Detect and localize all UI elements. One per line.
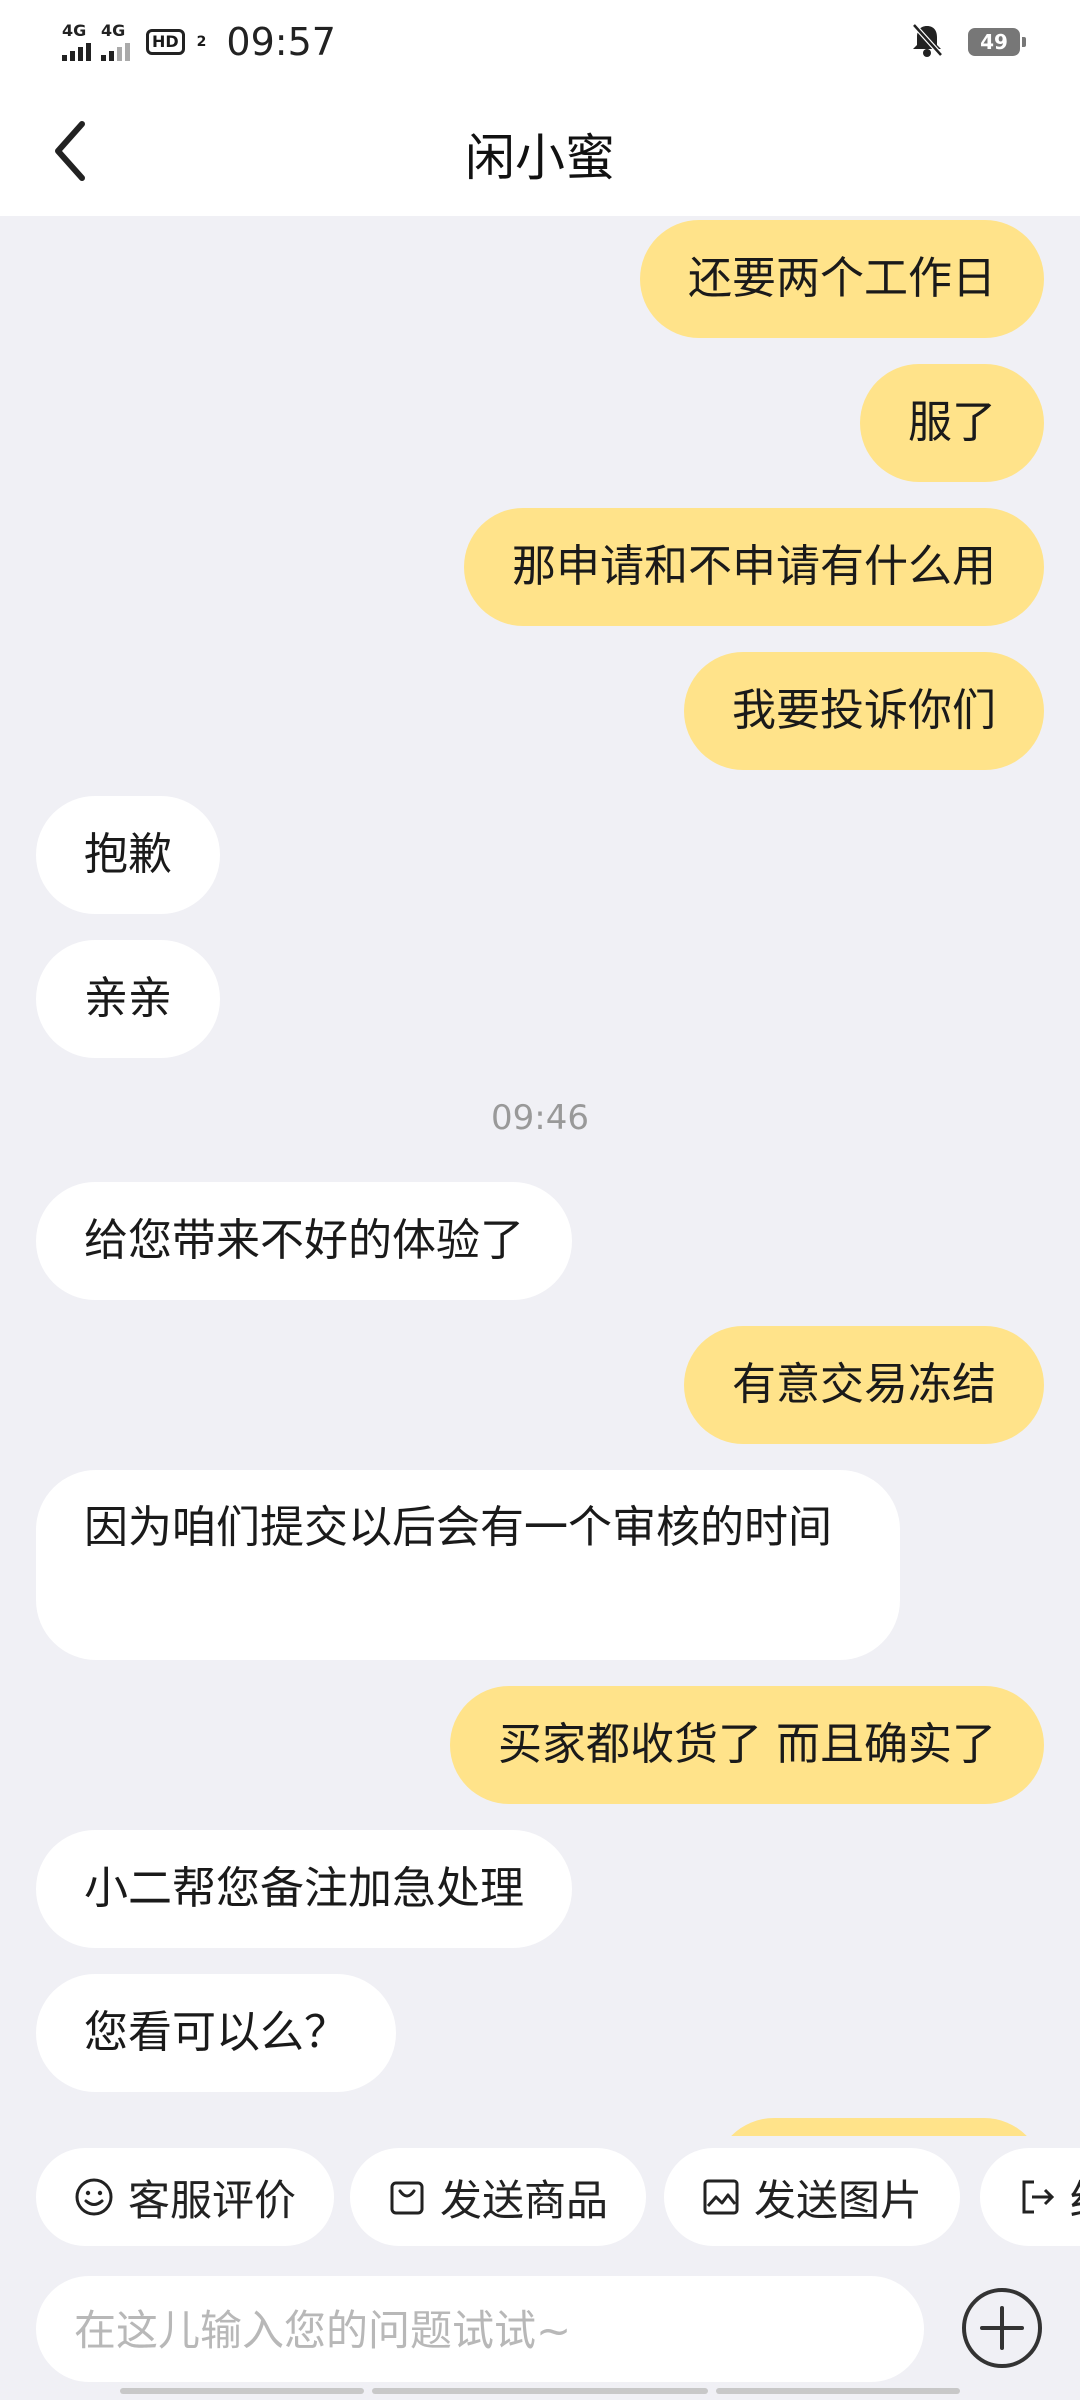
hd-call-icon: HD	[146, 29, 185, 55]
message-input[interactable]	[72, 2296, 876, 2364]
send-image-label: 发送图片	[754, 2175, 923, 2225]
incoming-message[interactable]: 抱歉	[36, 796, 220, 914]
more-button[interactable]	[960, 2286, 1044, 2370]
shopping-bag-icon	[390, 2181, 424, 2215]
incoming-message[interactable]: 亲亲	[36, 940, 220, 1058]
incoming-message[interactable]: 因为咱们提交以后会有一个审核的时间	[36, 1470, 900, 1660]
plus-circle-icon	[962, 2288, 1042, 2368]
mute-bell-icon	[910, 22, 944, 62]
send-image-button[interactable]: 发送图片	[664, 2148, 961, 2246]
outgoing-message[interactable]: 服了	[860, 364, 1044, 482]
hd-sim-index: 2	[196, 34, 207, 50]
rate-service-label: 客服评价	[128, 2175, 297, 2225]
send-product-button[interactable]: 发送商品	[350, 2148, 647, 2246]
send-product-label: 发送商品	[440, 2175, 609, 2225]
status-right: 49	[910, 22, 1026, 62]
image-icon	[703, 2179, 739, 2215]
chat-header: 闲小蜜	[0, 84, 1080, 216]
network-type-label: 4G	[101, 21, 126, 40]
chat-message-list[interactable]: 还要两个工作日 服了 那申请和不申请有什么用 我要投诉你们 抱歉 亲亲 09:4…	[0, 216, 1080, 2136]
status-left: 4G 4G HD 2 09:57	[62, 18, 336, 66]
time-separator: 09:46	[491, 1098, 589, 1138]
outgoing-message[interactable]: 那申请和不申请有什么用	[464, 508, 1044, 626]
network-type-label: 4G	[62, 21, 87, 40]
message-input-container[interactable]	[36, 2276, 924, 2382]
outgoing-message[interactable]: 有意交易冻结	[684, 1326, 1044, 1444]
outgoing-message-partial	[714, 2118, 1044, 2136]
incoming-message[interactable]: 小二帮您备注加急处理	[36, 1830, 572, 1948]
nav-indicator	[120, 2388, 364, 2394]
nav-indicator	[372, 2388, 708, 2394]
outgoing-message[interactable]: 买家都收货了 而且确实了	[450, 1686, 1044, 1804]
smiley-icon	[75, 2178, 113, 2216]
end-session-label: 结	[1070, 2167, 1080, 2228]
exit-icon	[1022, 2180, 1055, 2214]
page-title: 闲小蜜	[465, 129, 615, 187]
quick-actions-bar[interactable]: 客服评价 发送商品 发送图片 结	[0, 2148, 1080, 2248]
nav-indicator	[716, 2388, 960, 2394]
rate-service-button[interactable]: 客服评价	[36, 2148, 335, 2246]
outgoing-message[interactable]: 我要投诉你们	[684, 652, 1044, 770]
incoming-message[interactable]: 给您带来不好的体验了	[36, 1182, 572, 1300]
status-time: 09:57	[226, 20, 336, 64]
signal-icon: 4G	[101, 23, 130, 61]
outgoing-message[interactable]: 还要两个工作日	[640, 220, 1044, 338]
status-bar: 4G 4G HD 2 09:57 49	[0, 0, 1080, 84]
battery-icon: 49	[968, 28, 1026, 56]
signal-icon: 4G	[62, 23, 91, 61]
incoming-message[interactable]: 您看可以么？	[36, 1974, 396, 2092]
end-session-button[interactable]: 结	[980, 2148, 1080, 2246]
